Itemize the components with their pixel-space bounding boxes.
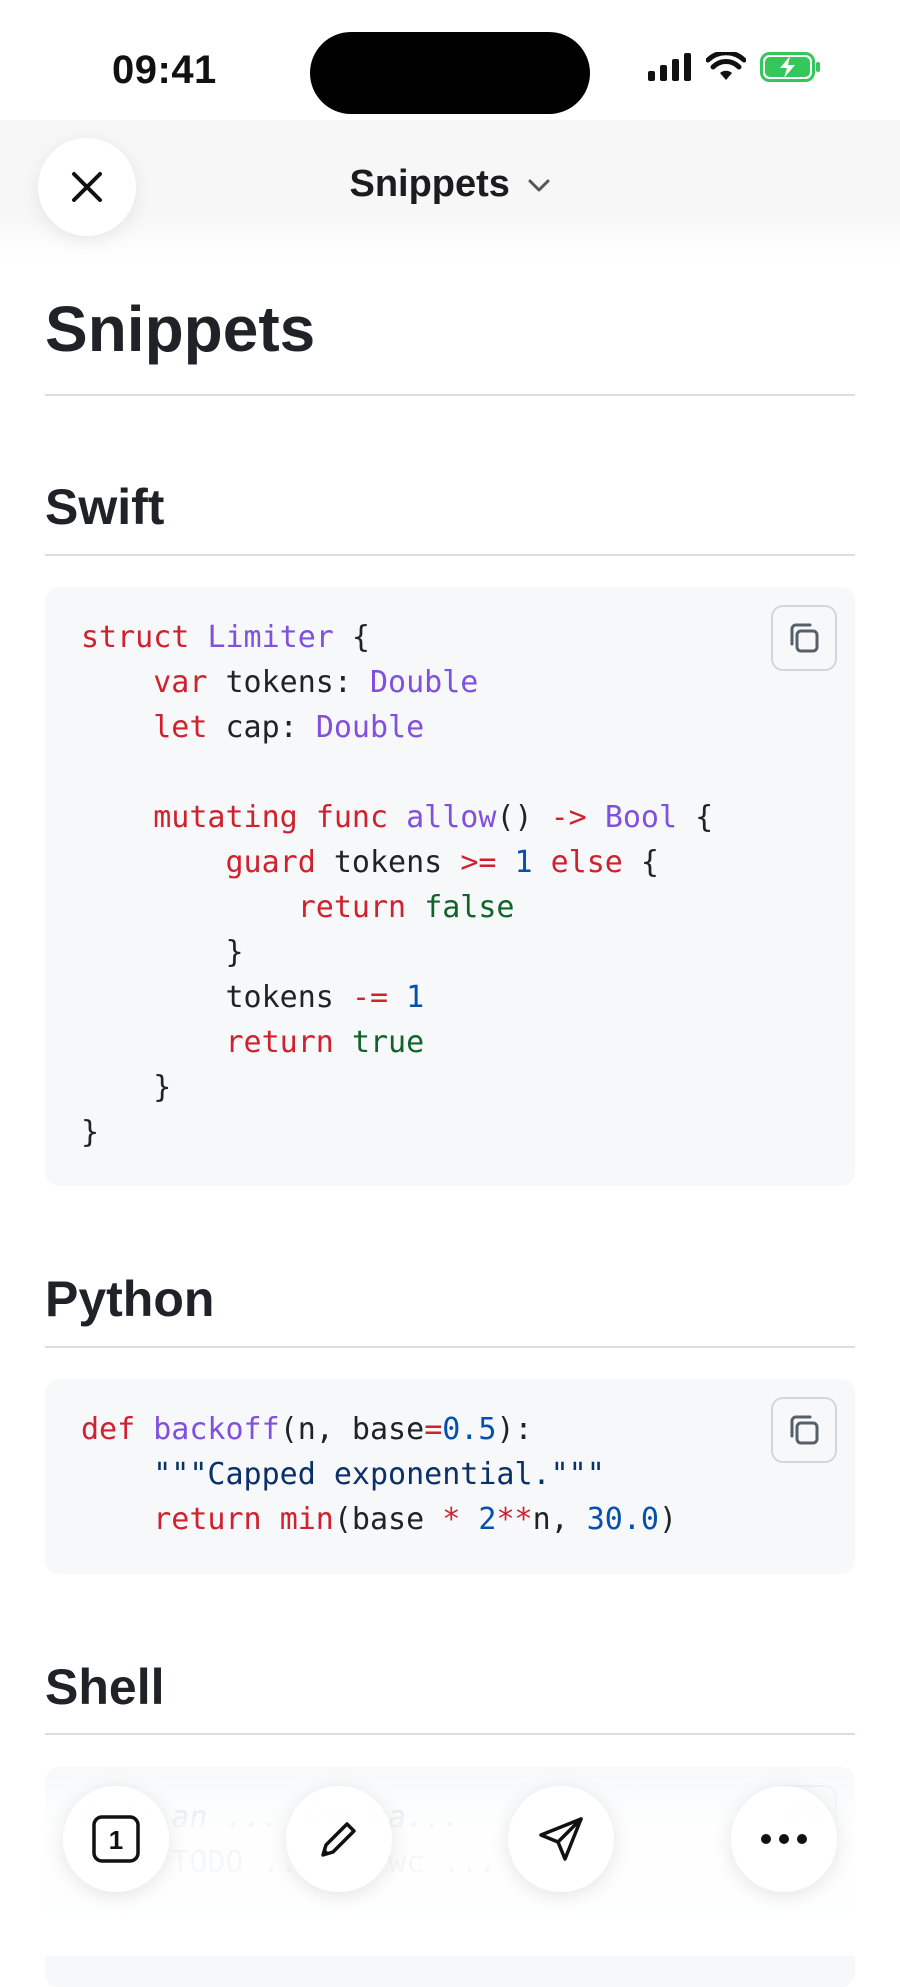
- code-block-swift[interactable]: struct Limiter { var tokens: Double let …: [45, 587, 855, 1186]
- edit-button[interactable]: [286, 1786, 392, 1892]
- send-button[interactable]: [508, 1786, 614, 1892]
- copy-button[interactable]: [771, 605, 837, 671]
- status-icons: [648, 52, 822, 82]
- section-divider: [45, 1346, 855, 1348]
- battery-charging-icon: [760, 52, 820, 82]
- wifi-icon: [706, 52, 746, 80]
- nav-title-label: Snippets: [349, 163, 510, 205]
- ellipsis-icon: [761, 1834, 807, 1844]
- cellular-signal-icon: [648, 53, 691, 81]
- code-swift: struct Limiter { var tokens: Double let …: [81, 620, 714, 1150]
- chevron-down-icon: [528, 179, 550, 192]
- code-python: def backoff(n, base=0.5): """Capped expo…: [81, 1412, 678, 1537]
- section-divider: [45, 1733, 855, 1735]
- title-divider: [45, 394, 855, 396]
- send-icon: [539, 1817, 583, 1861]
- dynamic-island: [310, 32, 590, 114]
- copy-icon: [790, 623, 819, 653]
- pencil-icon: [321, 1822, 356, 1857]
- section-heading-swift: Swift: [45, 479, 165, 535]
- copy-button[interactable]: [771, 1397, 837, 1463]
- nav-title-menu[interactable]: Snippets: [0, 163, 900, 206]
- tabs-button[interactable]: 1: [63, 1786, 169, 1892]
- section-heading-shell: Shell: [45, 1659, 165, 1715]
- page-title: Snippets: [45, 293, 316, 365]
- tabs-icon: 1: [92, 1815, 140, 1863]
- status-bar: 09:41: [0, 0, 900, 130]
- tabs-count: 1: [109, 1825, 123, 1855]
- section-heading-python: Python: [45, 1271, 215, 1327]
- status-time: 09:41: [112, 48, 217, 92]
- copy-icon: [790, 1415, 819, 1445]
- section-divider: [45, 554, 855, 556]
- code-block-python[interactable]: def backoff(n, base=0.5): """Capped expo…: [45, 1379, 855, 1574]
- more-button[interactable]: [731, 1786, 837, 1892]
